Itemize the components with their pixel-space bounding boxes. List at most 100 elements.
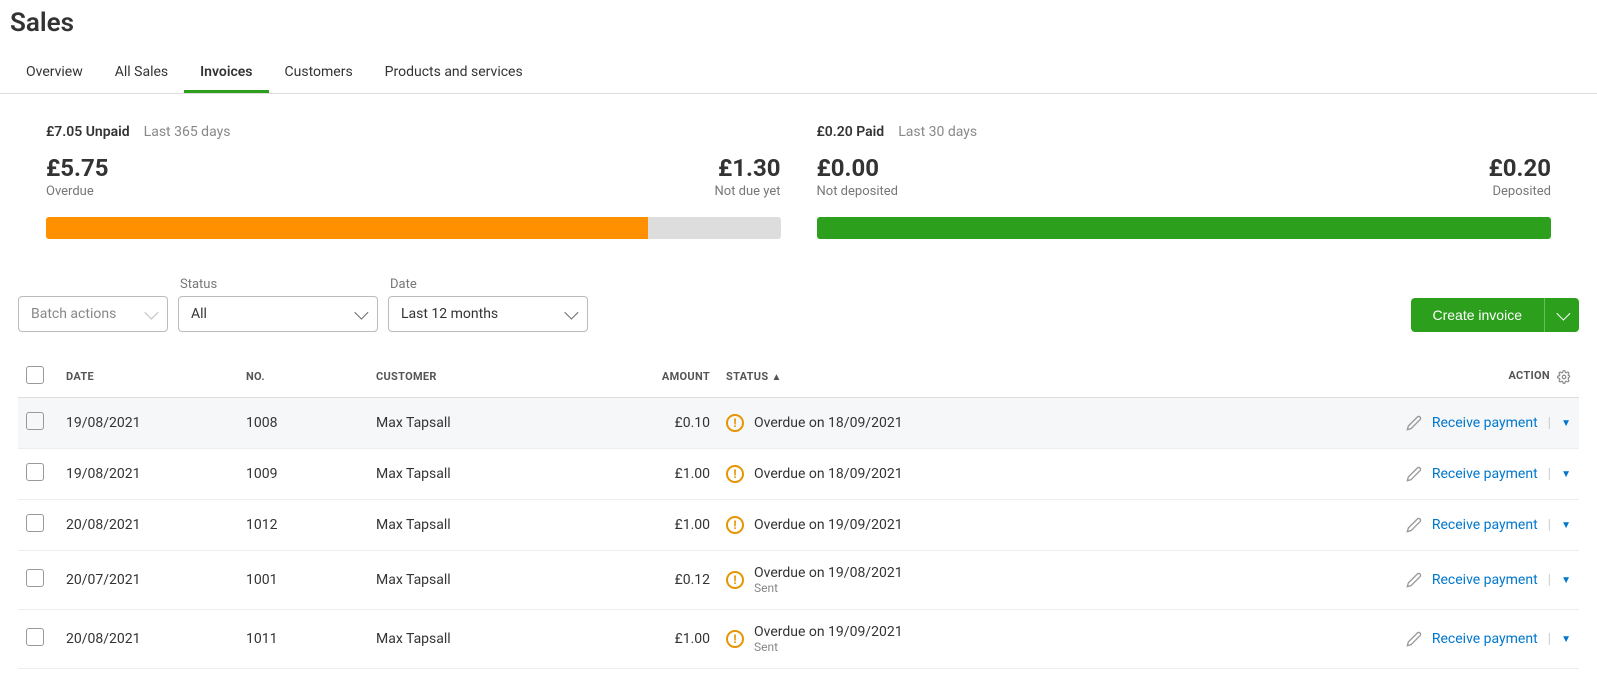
sort-asc-icon: ▲ — [771, 372, 781, 383]
row-checkbox[interactable] — [26, 514, 44, 532]
receive-payment-link[interactable]: Receive payment — [1432, 415, 1538, 431]
row-date: 19/08/2021 — [58, 398, 238, 449]
date-filter-value: Last 12 months — [401, 306, 498, 322]
status-text: Overdue on 19/09/2021 — [754, 624, 903, 640]
action-caret[interactable]: ▼ — [1561, 575, 1571, 586]
chevron-down-icon — [1556, 307, 1570, 321]
separator: | — [1548, 466, 1551, 482]
row-checkbox[interactable] — [26, 412, 44, 430]
receive-payment-link[interactable]: Receive payment — [1432, 631, 1538, 647]
chevron-down-icon — [564, 306, 578, 320]
unpaid-total: £7.05 Unpaid — [46, 124, 130, 140]
row-customer: Max Tapsall — [368, 551, 598, 610]
row-no: 1001 — [238, 551, 368, 610]
batch-actions-dropdown[interactable]: Batch actions — [18, 296, 168, 332]
status-text: Overdue on 19/08/2021 — [754, 565, 903, 581]
paid-period: Last 30 days — [898, 124, 977, 140]
edit-icon[interactable] — [1406, 466, 1422, 482]
action-caret[interactable]: ▼ — [1561, 418, 1571, 429]
status-sub: Sent — [754, 581, 903, 595]
chevron-down-icon — [144, 306, 158, 320]
summary-panel: £7.05 Unpaid Last 365 days £5.75 Overdue… — [0, 94, 1597, 249]
tabs-nav: OverviewAll SalesInvoicesCustomersProduc… — [0, 54, 1597, 94]
overdue-amount: £5.75 — [46, 154, 109, 182]
page-title: Sales — [0, 0, 1597, 38]
row-amount: £0.12 — [598, 551, 718, 610]
row-customer: Max Tapsall — [368, 610, 598, 669]
alert-icon: ! — [726, 516, 744, 534]
edit-icon[interactable] — [1406, 415, 1422, 431]
tab-invoices[interactable]: Invoices — [184, 54, 268, 93]
tab-customers[interactable]: Customers — [269, 54, 369, 93]
action-caret[interactable]: ▼ — [1561, 520, 1571, 531]
table-row[interactable]: 20/08/2021 1012 Max Tapsall £1.00 ! Over… — [18, 500, 1579, 551]
row-customer: Max Tapsall — [368, 500, 598, 551]
date-filter-dropdown[interactable]: Last 12 months — [388, 296, 588, 332]
row-date: 20/07/2021 — [58, 551, 238, 610]
alert-icon: ! — [726, 414, 744, 432]
alert-icon: ! — [726, 630, 744, 648]
tab-overview[interactable]: Overview — [10, 54, 99, 93]
unpaid-summary[interactable]: £7.05 Unpaid Last 365 days £5.75 Overdue… — [46, 124, 781, 239]
receive-payment-link[interactable]: Receive payment — [1432, 466, 1538, 482]
row-checkbox[interactable] — [26, 628, 44, 646]
not-deposited-amount: £0.00 — [817, 154, 898, 182]
date-filter-label: Date — [388, 277, 588, 292]
batch-actions-label: Batch actions — [31, 306, 116, 322]
edit-icon[interactable] — [1406, 631, 1422, 647]
action-caret[interactable]: ▼ — [1561, 634, 1571, 645]
deposited-amount: £0.20 — [1488, 154, 1551, 182]
select-all-checkbox[interactable] — [26, 366, 44, 384]
row-amount: £1.00 — [598, 449, 718, 500]
create-invoice-caret-button[interactable] — [1544, 298, 1579, 332]
row-customer: Max Tapsall — [368, 398, 598, 449]
status-sub: Sent — [754, 640, 903, 654]
row-amount: £0.10 — [598, 398, 718, 449]
separator: | — [1548, 415, 1551, 431]
chevron-down-icon — [354, 306, 368, 320]
status-text: Overdue on 18/09/2021 — [754, 466, 903, 482]
alert-icon: ! — [726, 465, 744, 483]
gear-icon[interactable] — [1557, 370, 1571, 384]
row-checkbox[interactable] — [26, 463, 44, 481]
not-deposited-label: Not deposited — [817, 184, 898, 199]
tab-all-sales[interactable]: All Sales — [99, 54, 184, 93]
not-due-amount: £1.30 — [715, 154, 781, 182]
deposited-label: Deposited — [1488, 184, 1551, 199]
row-date: 20/08/2021 — [58, 500, 238, 551]
action-caret[interactable]: ▼ — [1561, 469, 1571, 480]
row-date: 20/08/2021 — [58, 610, 238, 669]
row-customer: Max Tapsall — [368, 449, 598, 500]
create-invoice-button[interactable]: Create invoice — [1411, 298, 1545, 332]
not-due-label: Not due yet — [715, 184, 781, 199]
separator: | — [1548, 517, 1551, 533]
table-row[interactable]: 19/08/2021 1008 Max Tapsall £0.10 ! Over… — [18, 398, 1579, 449]
filters-row: Batch actions Status All Date Last 12 mo… — [0, 249, 1597, 342]
col-amount[interactable]: AMOUNT — [598, 356, 718, 398]
col-no[interactable]: NO. — [238, 356, 368, 398]
receive-payment-link[interactable]: Receive payment — [1432, 517, 1538, 533]
unpaid-progress-bar — [46, 217, 781, 239]
status-filter-dropdown[interactable]: All — [178, 296, 378, 332]
table-row[interactable]: 19/08/2021 1009 Max Tapsall £1.00 ! Over… — [18, 449, 1579, 500]
receive-payment-link[interactable]: Receive payment — [1432, 572, 1538, 588]
row-checkbox[interactable] — [26, 569, 44, 587]
edit-icon[interactable] — [1406, 517, 1422, 533]
row-amount: £1.00 — [598, 500, 718, 551]
separator: | — [1548, 572, 1551, 588]
row-date: 19/08/2021 — [58, 449, 238, 500]
row-no: 1012 — [238, 500, 368, 551]
col-customer[interactable]: CUSTOMER — [368, 356, 598, 398]
paid-total: £0.20 Paid — [817, 124, 885, 140]
table-row[interactable]: 20/08/2021 1011 Max Tapsall £1.00 ! Over… — [18, 610, 1579, 669]
row-no: 1008 — [238, 398, 368, 449]
edit-icon[interactable] — [1406, 572, 1422, 588]
paid-summary[interactable]: £0.20 Paid Last 30 days £0.00 Not deposi… — [817, 124, 1552, 239]
alert-icon: ! — [726, 571, 744, 589]
col-date[interactable]: DATE — [58, 356, 238, 398]
col-status[interactable]: STATUS ▲ — [718, 356, 1038, 398]
col-action: ACTION — [1038, 356, 1579, 398]
tab-products-and-services[interactable]: Products and services — [369, 54, 539, 93]
status-filter-label: Status — [178, 277, 378, 292]
table-row[interactable]: 20/07/2021 1001 Max Tapsall £0.12 ! Over… — [18, 551, 1579, 610]
